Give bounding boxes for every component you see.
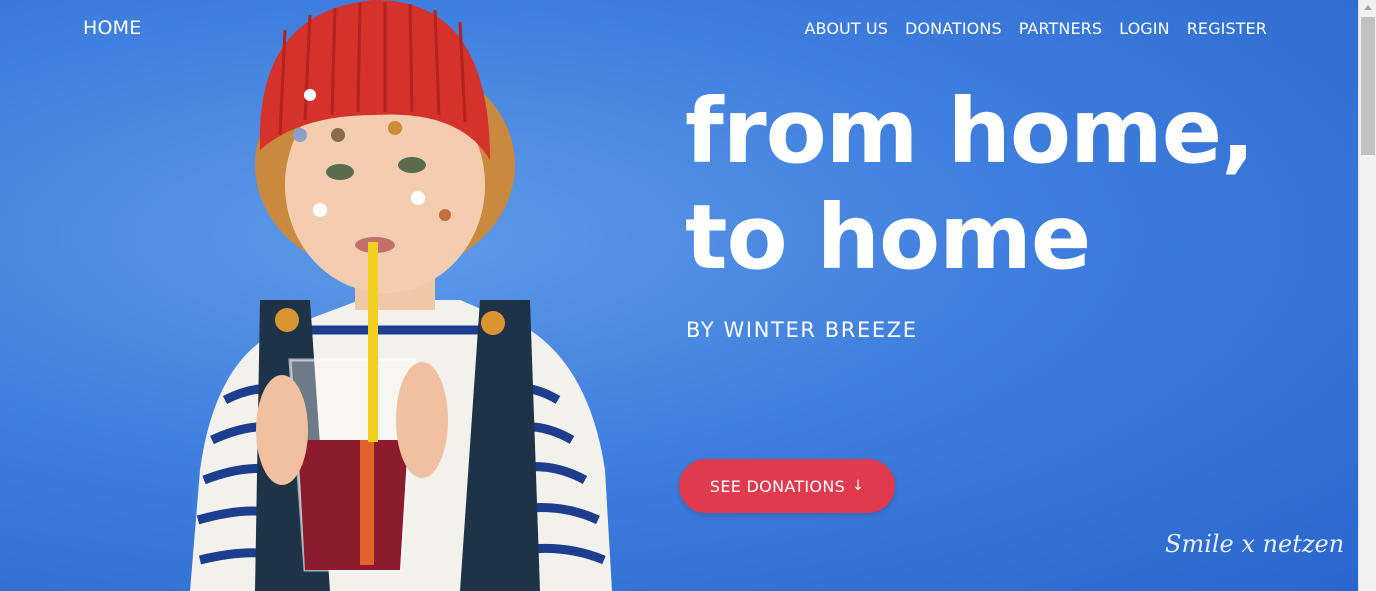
hero-section: HOME ABOUT US DONATIONS PARTNERS LOGIN R…: [0, 0, 1358, 591]
hero-photo-child: [190, 0, 612, 591]
top-navigation: ABOUT US DONATIONS PARTNERS LOGIN REGIST…: [805, 19, 1267, 38]
scroll-up-arrow-icon[interactable]: [1364, 5, 1372, 10]
nav-home-link[interactable]: HOME: [83, 17, 141, 39]
hero-headline-line2: to home: [685, 185, 1091, 289]
see-donations-label: SEE DONATIONS: [709, 476, 846, 496]
vertical-scrollbar[interactable]: [1358, 0, 1376, 591]
see-donations-button[interactable]: SEE DONATIONS ↓: [679, 459, 895, 513]
hero-byline: BY WINTER BREEZE: [686, 318, 918, 342]
signature-text: Smile x netzen: [1165, 530, 1345, 558]
nav-link-about-us[interactable]: ABOUT US: [805, 19, 888, 38]
nav-link-register[interactable]: REGISTER: [1187, 19, 1267, 38]
nav-link-partners[interactable]: PARTNERS: [1019, 19, 1102, 38]
arrow-down-icon: ↓: [852, 478, 865, 494]
scrollbar-thumb[interactable]: [1361, 17, 1375, 155]
hero-headline-line1: from home,: [685, 79, 1255, 183]
nav-link-login[interactable]: LOGIN: [1119, 19, 1170, 38]
nav-link-donations[interactable]: DONATIONS: [905, 19, 1002, 38]
hero-headline: from home, to home: [685, 78, 1255, 290]
